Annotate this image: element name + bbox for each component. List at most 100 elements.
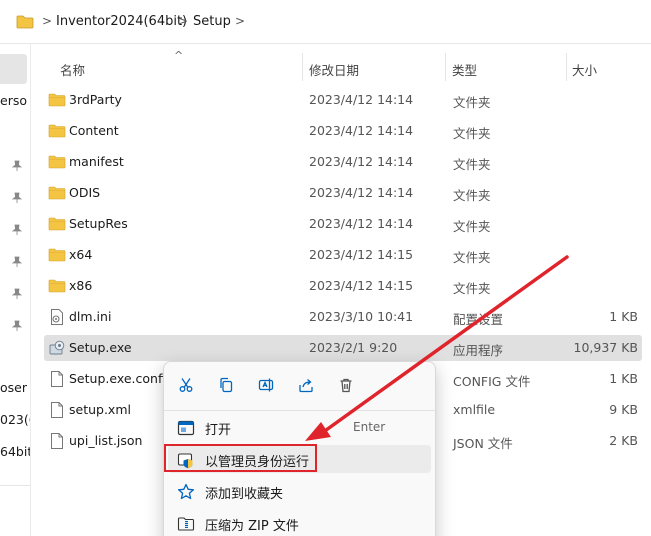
- file-type: 文件夹: [453, 95, 491, 110]
- file-row[interactable]: Content 2023/4/12 14:14 文件夹: [44, 118, 642, 144]
- file-icon: [48, 401, 66, 419]
- file-type: 文件夹: [453, 126, 491, 141]
- folder-icon: [48, 215, 66, 233]
- pin-icon: [11, 288, 23, 303]
- file-date: 2023/4/12 14:14: [309, 154, 414, 169]
- column-header-type[interactable]: 类型: [452, 60, 477, 79]
- folder-icon: [48, 246, 66, 264]
- file-name: setup.xml: [69, 402, 131, 417]
- copy-icon[interactable]: [213, 372, 239, 398]
- cut-icon[interactable]: [173, 372, 199, 398]
- menu-item-open[interactable]: 打开 Enter: [168, 413, 431, 441]
- column-separator[interactable]: [302, 53, 303, 81]
- file-row[interactable]: x64 2023/4/12 14:15 文件夹: [44, 242, 642, 268]
- annotation-highlight-box: [164, 444, 317, 472]
- file-row[interactable]: manifest 2023/4/12 14:14 文件夹: [44, 149, 642, 175]
- pane-divider[interactable]: [30, 44, 31, 536]
- navigation-pane: erso oser 023(6 64bit: [0, 44, 30, 536]
- file-date: 2023/4/12 14:15: [309, 278, 414, 293]
- column-header-date[interactable]: 修改日期: [309, 60, 359, 79]
- delete-icon[interactable]: [333, 372, 359, 398]
- file-row[interactable]: SetupRes 2023/4/12 14:14 文件夹: [44, 211, 642, 237]
- file-type: 配置设置: [453, 312, 504, 327]
- file-name: dlm.ini: [69, 309, 112, 324]
- menu-item-add-to-favorites[interactable]: 添加到收藏夹: [168, 477, 431, 505]
- file-type: 文件夹: [453, 219, 491, 234]
- file-size: 10,937 KB: [573, 340, 638, 355]
- breadcrumb-inventor[interactable]: Inventor2024(64bit): [56, 14, 187, 29]
- file-name: Setup.exe: [69, 340, 132, 355]
- column-header-bar: ^ 名称 修改日期 类型 大小: [31, 44, 651, 86]
- file-type: 文件夹: [453, 157, 491, 172]
- context-menu-quick-actions: [164, 362, 435, 406]
- file-type: JSON 文件: [453, 436, 513, 451]
- file-size: 1 KB: [609, 309, 638, 324]
- nav-selected-item[interactable]: [0, 54, 27, 84]
- open-icon: [177, 419, 195, 437]
- file-name: ODIS: [69, 185, 101, 200]
- pin-icon: [11, 192, 23, 207]
- nav-item-label[interactable]: 64bit: [0, 444, 30, 459]
- file-row[interactable]: 3rdParty 2023/4/12 14:14 文件夹: [44, 87, 642, 113]
- menu-divider: [164, 410, 435, 411]
- file-name: Content: [69, 123, 119, 138]
- file-date: 2023/3/10 10:41: [309, 309, 414, 324]
- file-date: 2023/4/12 14:14: [309, 185, 414, 200]
- nav-item-label[interactable]: 023(6: [0, 412, 30, 427]
- column-separator[interactable]: [566, 53, 567, 81]
- column-header-name[interactable]: 名称: [60, 60, 85, 79]
- file-name: Setup.exe.config: [69, 371, 174, 386]
- menu-item-compress-zip[interactable]: 压缩为 ZIP 文件: [168, 509, 431, 536]
- file-type: xmlfile: [453, 402, 496, 417]
- breadcrumb-setup[interactable]: Setup: [193, 14, 231, 29]
- exe-file-icon: [48, 339, 66, 357]
- file-date: 2023/2/1 9:20: [309, 340, 398, 355]
- file-name: manifest: [69, 154, 124, 169]
- file-date: 2023/4/12 14:15: [309, 247, 414, 262]
- menu-item-shortcut: Enter: [353, 420, 386, 434]
- file-date: 2023/4/12 14:14: [309, 123, 414, 138]
- nav-item-label[interactable]: erso: [0, 93, 30, 108]
- menu-item-label: 打开: [205, 423, 232, 438]
- file-type: 文件夹: [453, 250, 491, 265]
- nav-divider: [0, 485, 30, 486]
- rename-icon[interactable]: [253, 372, 279, 398]
- file-type: 文件夹: [453, 281, 491, 296]
- chevron-right-icon[interactable]: >: [235, 14, 245, 28]
- star-icon: [177, 483, 195, 501]
- file-date: 2023/4/12 14:14: [309, 216, 414, 231]
- sort-ascending-icon: ^: [174, 49, 184, 62]
- file-type: CONFIG 文件: [453, 374, 531, 389]
- share-icon[interactable]: [293, 372, 319, 398]
- folder-icon: [48, 184, 66, 202]
- pin-icon: [11, 224, 23, 239]
- nav-item-label[interactable]: oser: [0, 380, 30, 395]
- folder-icon: [48, 153, 66, 171]
- file-row[interactable]: ODIS 2023/4/12 14:14 文件夹: [44, 180, 642, 206]
- address-bar[interactable]: > Inventor2024(64bit) > Setup >: [0, 0, 651, 44]
- folder-icon: [16, 15, 34, 32]
- file-name: x86: [69, 278, 93, 293]
- file-name: 3rdParty: [69, 92, 122, 107]
- pin-icon: [11, 320, 23, 335]
- file-size: 9 KB: [609, 402, 638, 417]
- file-name: upi_list.json: [69, 433, 143, 448]
- folder-icon: [48, 122, 66, 140]
- menu-item-label: 压缩为 ZIP 文件: [205, 519, 299, 534]
- file-name: SetupRes: [69, 216, 128, 231]
- chevron-right-icon[interactable]: >: [178, 14, 188, 28]
- file-size: 2 KB: [609, 433, 638, 448]
- file-size: 1 KB: [609, 371, 638, 386]
- file-row[interactable]: x86 2023/4/12 14:15 文件夹: [44, 273, 642, 299]
- zip-icon: [177, 515, 195, 533]
- file-row[interactable]: Setup.exe 2023/2/1 9:20 应用程序 10,937 KB: [44, 335, 642, 361]
- column-header-size[interactable]: 大小: [572, 60, 597, 79]
- chevron-right-icon[interactable]: >: [42, 14, 52, 28]
- file-name: x64: [69, 247, 93, 262]
- file-type: 文件夹: [453, 188, 491, 203]
- column-separator[interactable]: [445, 53, 446, 81]
- file-row[interactable]: dlm.ini 2023/3/10 10:41 配置设置 1 KB: [44, 304, 642, 330]
- file-icon: [48, 370, 66, 388]
- folder-icon: [48, 277, 66, 295]
- file-date: 2023/4/12 14:14: [309, 92, 414, 107]
